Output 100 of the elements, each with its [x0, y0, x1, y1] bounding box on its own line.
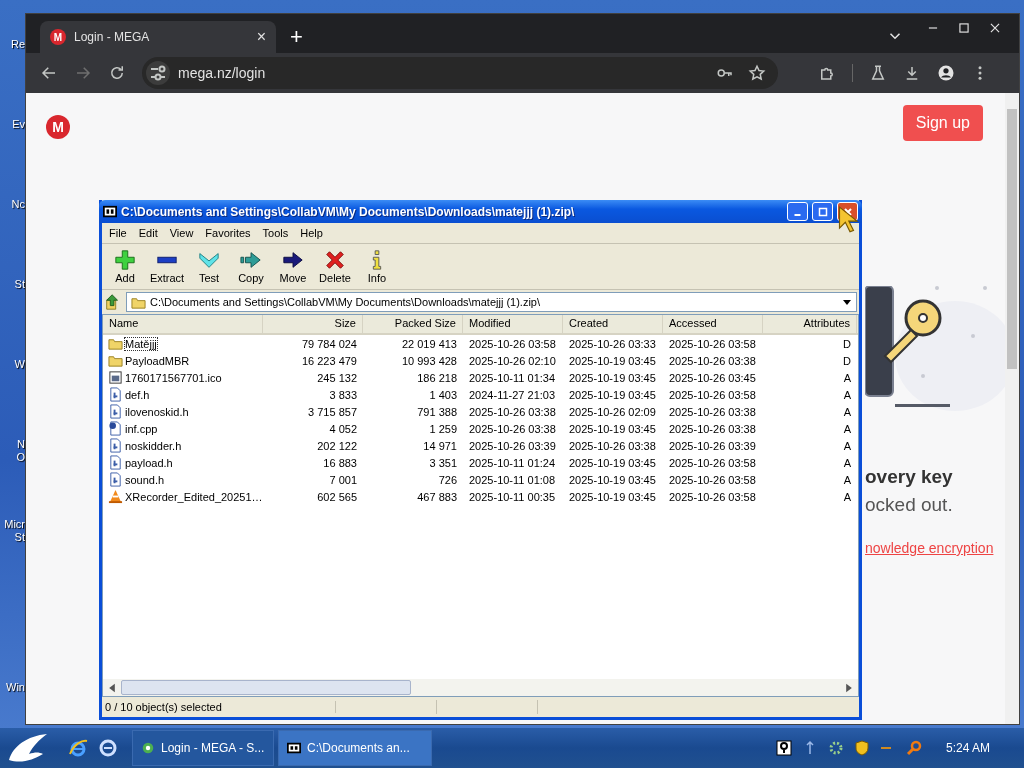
- scrollbar[interactable]: [1005, 93, 1019, 724]
- table-cell-text: D: [842, 354, 852, 367]
- table-cell-text: A: [842, 456, 852, 469]
- column-header[interactable]: Packed Size: [363, 315, 463, 333]
- table-cell-text: 1 259: [428, 422, 458, 435]
- toolbar-button[interactable]: Test: [188, 247, 230, 286]
- dropdown-icon[interactable]: [842, 297, 852, 307]
- file-name[interactable]: sound.h: [125, 473, 165, 486]
- table-cell-text: 2025-10-26 03:58: [668, 456, 757, 469]
- table-cell-text: 3 833: [328, 388, 358, 401]
- file-name[interactable]: payload.h: [125, 456, 173, 469]
- document-icon: [108, 472, 123, 487]
- table-cell-text: A: [842, 405, 852, 418]
- app-icon: [103, 204, 117, 219]
- menu-item[interactable]: Help: [295, 226, 328, 240]
- horizontal-scrollbar[interactable]: [103, 679, 858, 696]
- table-cell-text: 2025-10-26 03:58: [668, 473, 757, 486]
- desktop-icon-label: Micr St: [4, 518, 25, 545]
- search-icon[interactable]: [905, 740, 922, 756]
- column-header[interactable]: Modified: [463, 315, 563, 333]
- taskbar-button[interactable]: C:\Documents an...: [278, 730, 432, 766]
- desktop-icon-label: W: [14, 358, 25, 372]
- scrollbar-thumb[interactable]: [121, 680, 411, 695]
- menu-item[interactable]: View: [164, 226, 199, 240]
- address-bar[interactable]: mega.nz/login: [142, 57, 778, 89]
- table-cell-text: 245 132: [316, 371, 358, 384]
- table-cell-text: 2025-10-26 03:33: [568, 337, 657, 350]
- table-cell-text: A: [842, 439, 852, 452]
- toolbar-button[interactable]: Move: [272, 247, 314, 286]
- table-cell-text: 602 565: [316, 490, 358, 503]
- table-cell-text: 2025-10-26 03:38: [668, 422, 757, 435]
- file-name[interactable]: ilovenoskid.h: [125, 405, 189, 418]
- table-cell-text: 2025-10-26 03:38: [468, 405, 557, 418]
- file-name[interactable]: inf.cpp: [125, 422, 158, 435]
- tab-close-button[interactable]: ×: [256, 28, 266, 46]
- table-cell-text: A: [842, 490, 852, 503]
- back-icon[interactable]: [40, 64, 58, 82]
- close-icon[interactable]: [988, 21, 1002, 35]
- column-header[interactable]: Created: [563, 315, 663, 333]
- table-cell-text: 79 784 024: [300, 337, 358, 350]
- maximize-button[interactable]: [812, 202, 833, 221]
- help-icon[interactable]: [775, 740, 792, 756]
- maximize-icon[interactable]: [957, 21, 971, 35]
- source-file-icon: [108, 421, 123, 436]
- table-cell-text: 2025-10-19 03:45: [568, 422, 657, 435]
- sign-up-button[interactable]: Sign up: [902, 105, 983, 141]
- browser-icon[interactable]: [68, 738, 88, 758]
- file-name[interactable]: PayloadMBR: [125, 354, 190, 367]
- cone-icon: [108, 489, 123, 504]
- toolbar-button[interactable]: Copy: [230, 247, 272, 286]
- image-file-icon: [108, 370, 123, 385]
- flask-icon[interactable]: [869, 64, 887, 82]
- toolbar-button[interactable]: Add: [104, 247, 146, 286]
- browser-tab[interactable]: M Login - MEGA ×: [40, 21, 276, 53]
- forward-icon[interactable]: [74, 64, 92, 82]
- profile-icon[interactable]: [937, 64, 955, 82]
- new-tab-button[interactable]: +: [290, 25, 303, 49]
- table-cell-text: A: [842, 388, 852, 401]
- desktop-icon-label: Nc: [11, 198, 25, 212]
- star-icon[interactable]: [748, 64, 766, 82]
- column-header[interactable]: Name: [103, 315, 263, 333]
- column-header[interactable]: Attributes: [763, 315, 857, 333]
- test-icon: [198, 249, 220, 271]
- minimize-icon: [794, 214, 801, 216]
- link[interactable]: nowledge encryption: [865, 540, 1005, 556]
- table-cell-text: 2025-10-19 03:45: [568, 354, 657, 367]
- file-name[interactable]: XRecorder_Edited_20251…: [125, 490, 263, 503]
- file-name[interactable]: noskidder.h: [125, 439, 182, 452]
- shield-icon[interactable]: [853, 740, 870, 756]
- file-name[interactable]: Matějjj: [125, 337, 157, 350]
- menu-item[interactable]: File: [104, 226, 132, 240]
- reload-icon[interactable]: [108, 64, 126, 82]
- table-cell-text: A: [842, 473, 852, 486]
- desktop-icon-label: Re: [10, 38, 25, 52]
- menu-item[interactable]: Edit: [133, 226, 163, 240]
- mega-logo[interactable]: M: [46, 115, 70, 139]
- file-name[interactable]: 1760171567701.ico: [125, 371, 222, 384]
- file-name[interactable]: def.h: [125, 388, 150, 401]
- column-header[interactable]: Accessed: [663, 315, 763, 333]
- path-combo-box[interactable]: C:\Documents and Settings\CollabVM\My Documents\Downloads\matejjj (1).zip\: [126, 292, 857, 312]
- taskbar-button[interactable]: Login - MEGA - S...: [132, 730, 274, 766]
- toolbar-button[interactable]: Delete: [314, 247, 356, 286]
- favicon: M: [50, 29, 66, 45]
- table-cell-text: 2025-10-26 03:58: [668, 388, 757, 401]
- menu-item[interactable]: Favorites: [200, 226, 256, 240]
- table-cell-text: D: [842, 337, 852, 350]
- add-icon: [114, 249, 136, 271]
- column-header[interactable]: Size: [263, 315, 363, 333]
- site-settings-icon[interactable]: [146, 61, 170, 85]
- table-cell-text: 2025-10-19 03:45: [568, 371, 657, 384]
- minimize-button[interactable]: [787, 202, 808, 221]
- desktop-icon-label: Win: [6, 681, 25, 694]
- table-cell-text: 2025-10-19 03:45: [568, 490, 657, 503]
- clock: 5:24 AM: [945, 741, 990, 755]
- table-cell-text: 791 388: [416, 405, 458, 418]
- body-text: ocked out.: [865, 494, 954, 516]
- desktop-icon-label: N O: [16, 438, 25, 465]
- toolbar-button[interactable]: Extract: [146, 247, 188, 286]
- menu-item[interactable]: Tools: [257, 226, 294, 240]
- toolbar-button[interactable]: Info: [356, 247, 398, 286]
